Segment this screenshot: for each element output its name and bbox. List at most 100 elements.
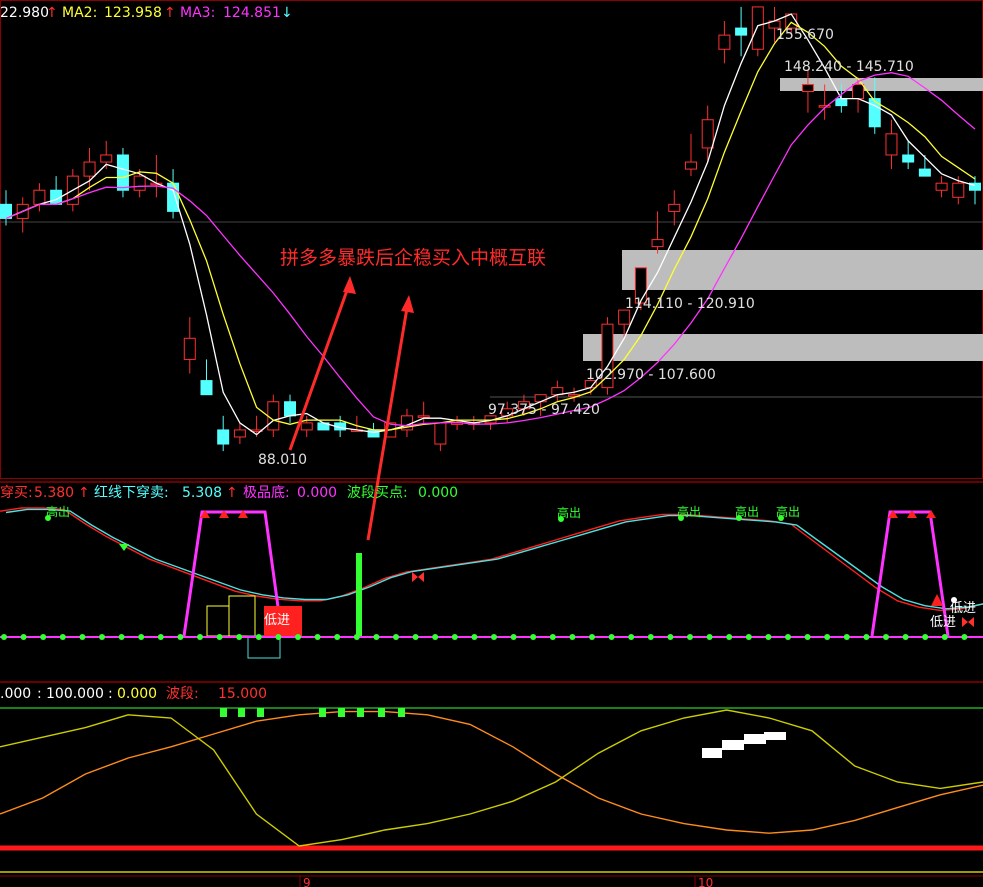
butterfly-icon — [412, 572, 424, 582]
yellow-box — [206, 605, 230, 637]
candle-body — [183, 337, 196, 360]
candle-body — [852, 83, 865, 100]
ma1-value: 22.980 — [0, 5, 49, 21]
baseline-dot — [745, 634, 752, 640]
baseline-dot — [589, 634, 595, 640]
ma1-line — [5, 13, 976, 436]
sell-mark: 高出 — [735, 504, 759, 519]
green-bar — [356, 553, 362, 636]
candle-body — [751, 6, 764, 50]
zone-box — [622, 250, 983, 290]
baseline-dot — [471, 634, 478, 640]
baseline-dot — [373, 634, 380, 640]
baseline-dot — [20, 634, 27, 640]
yellow-box — [228, 595, 256, 637]
candle-body — [835, 98, 848, 107]
baseline-dot — [726, 634, 733, 640]
ma3-label: MA3: — [180, 5, 215, 21]
annotation-arrow-head — [401, 295, 414, 313]
baseline-dot — [961, 634, 968, 640]
green-tick — [319, 708, 326, 717]
candle-body — [116, 154, 129, 191]
ma3-value: 124.851 — [223, 5, 281, 21]
indicator-item2-value: 5.308 — [182, 485, 222, 501]
candle-body — [684, 161, 697, 170]
baseline-dot — [40, 634, 47, 640]
osc-v1: .000 — [0, 686, 31, 702]
green-tick — [220, 708, 227, 717]
yellow-line — [0, 709, 983, 847]
baseline-dot — [99, 634, 105, 640]
candle-body — [668, 203, 681, 212]
baseline-dot — [197, 634, 203, 640]
candle-body — [818, 105, 831, 108]
baseline-dot — [432, 634, 439, 640]
candle-body — [952, 182, 965, 198]
baseline-dot — [295, 634, 301, 640]
candle-body — [718, 34, 731, 50]
indicator-item4-label: 波段买点: — [347, 485, 408, 501]
baseline-dot — [608, 634, 615, 640]
baseline-dot — [138, 634, 145, 640]
candle-body — [701, 119, 714, 149]
baseline-dot — [236, 634, 243, 640]
buy-mark: 低进 — [950, 601, 976, 616]
green-tick — [257, 708, 264, 717]
green-tick — [338, 708, 345, 717]
baseline-dot — [491, 634, 497, 640]
white-block — [744, 734, 766, 744]
red-line — [0, 507, 983, 612]
osc-item-value: 15.000 — [218, 686, 267, 702]
sell-mark: 高出 — [677, 504, 701, 519]
white-block — [722, 740, 744, 750]
sell-mark: 高出 — [46, 504, 70, 519]
baseline-dot — [628, 634, 635, 640]
baseline-dot — [79, 634, 86, 640]
axis-tick-label: 10 — [698, 876, 713, 887]
ma3-arrow: ↓ — [281, 5, 293, 21]
baseline-dot — [647, 634, 654, 640]
baseline-dot — [687, 634, 693, 640]
osc-sep1: : — [37, 686, 42, 702]
baseline-dot — [353, 634, 360, 640]
ma2-value: 123.958 — [104, 5, 162, 21]
osc-v3: 0.000 — [117, 686, 157, 702]
zone-label: 102.970 - 107.600 — [586, 367, 716, 383]
osc-sep2: : — [108, 686, 113, 702]
candle-body — [902, 154, 915, 163]
ma2-arrow: ↑ — [164, 5, 176, 21]
indicator-item1-label: 穿买: — [0, 485, 33, 501]
baseline-dot — [59, 634, 66, 640]
baseline-dot — [549, 634, 556, 640]
green-tick — [238, 708, 245, 717]
candle-body — [868, 98, 881, 128]
baseline-dot — [510, 634, 517, 640]
buy-mark: 低进 — [930, 615, 956, 630]
baseline-dot — [118, 634, 125, 640]
baseline-dot — [824, 634, 831, 640]
butterfly-icon — [962, 617, 974, 627]
green-tick — [378, 708, 385, 717]
candle-body — [33, 189, 46, 205]
baseline-dot — [451, 634, 458, 640]
white-block — [702, 748, 722, 758]
baseline-dot — [922, 634, 929, 640]
baseline-dot — [765, 634, 772, 640]
candle-body — [133, 175, 146, 191]
candle-body — [267, 401, 280, 431]
baseline-dot — [1, 634, 7, 640]
baseline-dot — [804, 634, 811, 640]
baseline-dot — [530, 634, 537, 640]
baseline-dot — [216, 634, 223, 640]
zone-label: 148.240 - 145.710 — [784, 59, 914, 75]
high-label: 155.670 — [776, 27, 834, 43]
cyan-box — [247, 635, 281, 659]
candle-body — [217, 429, 230, 445]
baseline-dot — [393, 634, 399, 640]
zone-label: 114.110 - 120.910 — [625, 296, 755, 312]
low-label: 88.010 — [258, 452, 307, 468]
green-tick — [357, 708, 364, 717]
candle-body — [100, 154, 113, 163]
candle-body — [885, 133, 898, 156]
ma1-arrow: ↑ — [46, 5, 58, 21]
